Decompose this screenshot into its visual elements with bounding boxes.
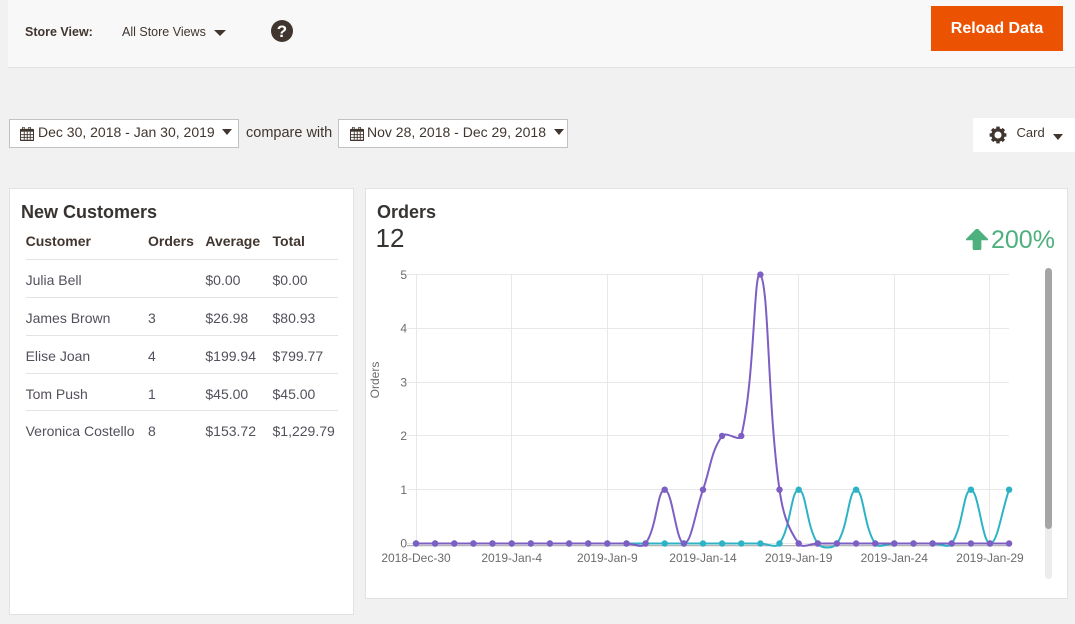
svg-text:2019-Jan-14: 2019-Jan-14 — [669, 551, 737, 565]
svg-text:2019-Jan-24: 2019-Jan-24 — [861, 551, 929, 565]
svg-text:2018-Dec-30: 2018-Dec-30 — [381, 551, 451, 565]
svg-text:Orders: Orders — [368, 362, 382, 399]
svg-text:2019-Jan-19: 2019-Jan-19 — [765, 551, 833, 565]
svg-text:3: 3 — [400, 375, 407, 389]
svg-text:2: 2 — [400, 429, 407, 443]
svg-text:2019-Jan-4: 2019-Jan-4 — [481, 551, 542, 565]
svg-text:2019-Jan-29: 2019-Jan-29 — [956, 551, 1024, 565]
svg-text:0: 0 — [400, 537, 407, 551]
svg-text:5: 5 — [400, 268, 407, 282]
svg-text:2019-Jan-9: 2019-Jan-9 — [577, 551, 638, 565]
svg-text:1: 1 — [400, 483, 407, 497]
svg-text:4: 4 — [400, 322, 407, 336]
